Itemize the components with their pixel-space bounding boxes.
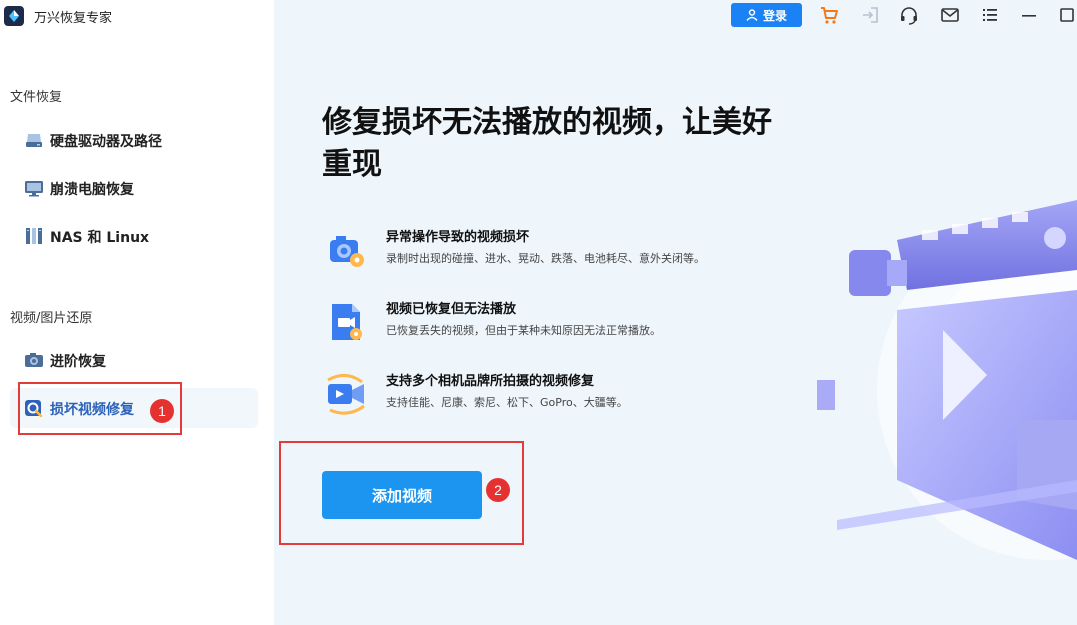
hard-drive-icon [26,134,42,147]
feature-item-abnormal-operation: 异常操作导致的视频损坏 录制时出现的碰撞、进水、晃动、跌落、电池耗尽、意外关闭等… [324,226,764,276]
app-logo-icon [4,6,24,26]
page-title: 修复损坏无法播放的视频，让美好重现 [322,105,772,182]
section-label-media-restore: 视频/图片还原 [10,311,93,326]
add-video-button[interactable]: 添加视频 [322,471,482,519]
feature-title: 异常操作导致的视频损坏 [386,230,530,245]
feature-title: 视频已恢复但无法播放 [386,302,517,317]
mail-icon[interactable] [940,5,960,25]
section-label-file-recovery: 文件恢复 [10,90,63,105]
annotation-badge-2: 2 [486,478,510,502]
feature-item-unplayable-video: 视频已恢复但无法播放 已恢复丢失的视频，但由于某种未知原因无法正常播放。 [324,298,764,348]
sidebar-item-crashed-pc[interactable]: 崩溃电脑恢复 [10,168,258,208]
app-title-bar: 万兴恢复专家 [0,0,274,32]
sidebar-item-label: 崩溃电脑恢复 [50,182,134,198]
login-button[interactable]: 登录 [731,3,802,27]
sidebar-item-advanced-recovery[interactable]: 进阶恢复 [10,340,258,380]
video-file-icon [332,304,362,340]
feature-description: 支持佳能、尼康、索尼、松下、GoPro、大疆等。 [386,396,628,409]
cart-icon[interactable] [819,5,839,25]
monitor-icon [25,181,43,197]
headset-icon[interactable] [899,5,919,25]
camera-icon [25,353,43,367]
user-icon [746,9,758,21]
feature-description: 录制时出现的碰撞、进水、晃动、跌落、电池耗尽、意外关闭等。 [386,252,705,265]
sidebar-item-video-repair[interactable]: 损坏视频修复 [10,388,258,428]
server-icon [26,228,42,244]
sidebar: 万兴恢复专家 文件恢复 硬盘驱动器及路径 崩溃电脑恢复 NAS 和 Linux … [0,0,274,625]
feature-description: 已恢复丢失的视频，但由于某种未知原因无法正常播放。 [386,324,661,337]
video-camera-icon [327,374,365,415]
feature-title: 支持多个相机品牌所拍摄的视频修复 [386,374,595,389]
sidebar-item-hard-drive[interactable]: 硬盘驱动器及路径 [10,120,258,160]
sidebar-item-label: 硬盘驱动器及路径 [50,134,162,150]
minimize-icon[interactable] [1019,5,1039,25]
sidebar-item-label: 进阶恢复 [50,354,106,370]
app-name: 万兴恢复专家 [34,11,113,26]
camera-gear-icon [330,236,364,267]
login-label: 登录 [762,8,787,23]
maximize-icon[interactable] [1057,5,1077,25]
sidebar-item-label: 损坏视频修复 [50,402,134,418]
sidebar-item-label: NAS 和 Linux [50,230,150,246]
feature-item-camera-brands: 支持多个相机品牌所拍摄的视频修复 支持佳能、尼康、索尼、松下、GoPro、大疆等… [324,370,764,420]
annotation-badge-1: 1 [150,399,174,423]
video-repair-icon [25,400,43,418]
main-panel: 修复损坏无法播放的视频，让美好重现 异常操作导致的视频损坏 录制时出现的碰撞、进… [274,0,1077,625]
sidebar-item-nas-linux[interactable]: NAS 和 Linux [10,216,258,256]
menu-icon[interactable] [980,5,1000,25]
video-player-illustration [817,200,1077,560]
sign-in-icon[interactable] [860,5,880,25]
